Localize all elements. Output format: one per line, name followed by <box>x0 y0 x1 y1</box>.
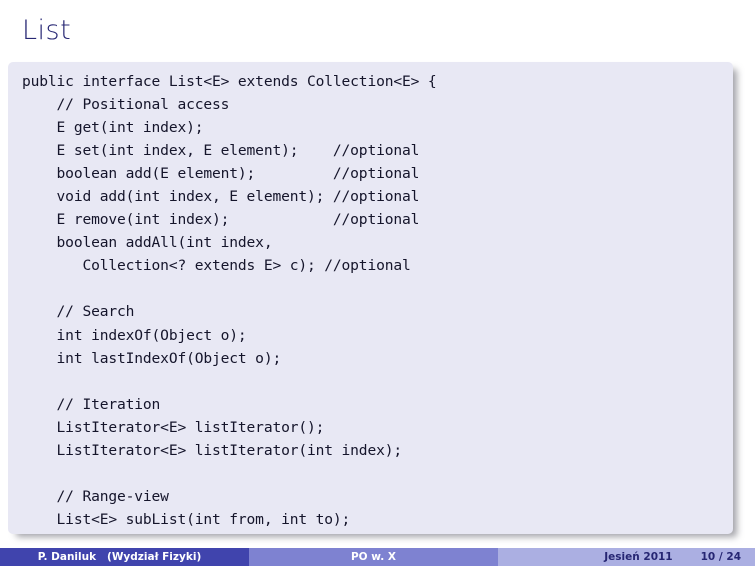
page-title: List <box>22 15 72 46</box>
footer-page-number: 10 / 24 <box>700 551 741 563</box>
footer-meta: Jesień 2011 10 / 24 <box>498 548 755 566</box>
footer-author: P. Daniluk (Wydział Fizyki) <box>0 548 249 566</box>
footer-author-label: P. Daniluk (Wydział Fizyki) <box>37 551 202 563</box>
footer-bar: P. Daniluk (Wydział Fizyki) PO w. X Jesi… <box>0 548 755 566</box>
code-block: public interface List<E> extends Collect… <box>8 62 733 534</box>
footer-course-label: PO w. X <box>350 551 397 563</box>
code-listing: public interface List<E> extends Collect… <box>22 73 437 534</box>
footer-term-label: Jesień 2011 <box>604 551 673 563</box>
footer-course: PO w. X <box>249 548 498 566</box>
